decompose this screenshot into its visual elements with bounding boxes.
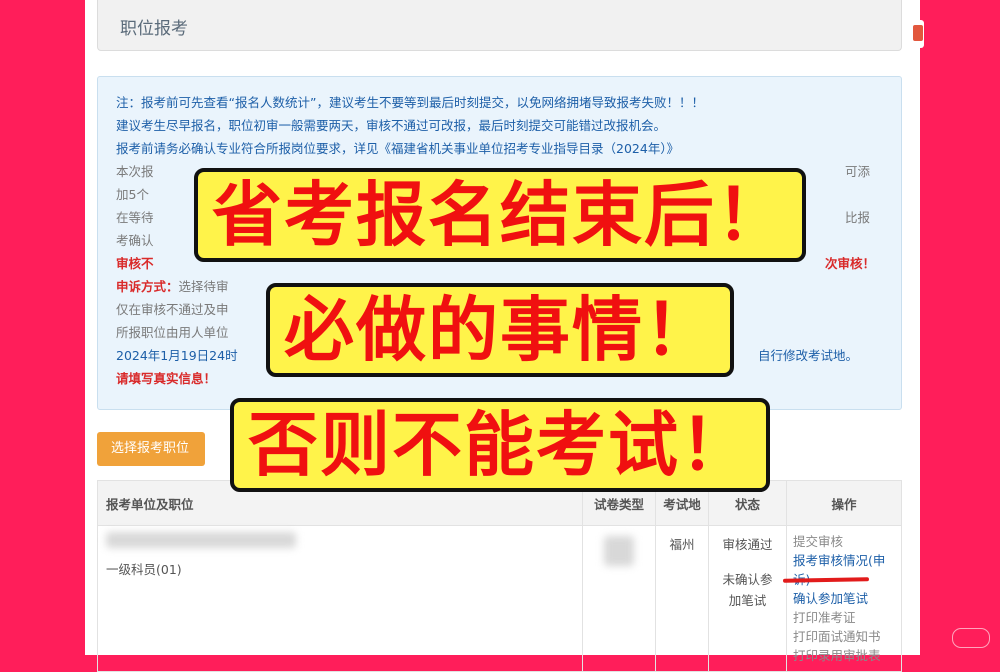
watermark-badge xyxy=(952,628,990,648)
cell-actions: 提交审核 报考审核情况(申诉) 确认参加笔试 打印准考证 打印面试通知书 打印录… xyxy=(786,525,902,672)
status-review: 审核通过 xyxy=(722,537,773,552)
print-admission-link[interactable]: 打印准考证 xyxy=(793,608,895,627)
notice-line-3: 报考前请务必确认专业符合所报岗位要求，详见《福建省机关事业单位招考专业指导目录（… xyxy=(116,141,680,156)
print-approval-link[interactable]: 打印录用审批表 xyxy=(793,646,895,665)
notice-line-2: 建议考生尽早报名，职位初审一般需要两天，审核不通过可改报，最后时刻提交可能错过改… xyxy=(116,118,667,133)
redacted-unit-name xyxy=(106,532,296,548)
confirm-exam-link[interactable]: 确认参加笔试 xyxy=(793,589,895,608)
status-unconfirmed-1: 未确认参 xyxy=(722,572,773,587)
overlay-text-1: 省考报名结束后！ xyxy=(194,168,806,262)
overlay-text-3: 否则不能考试！ xyxy=(230,398,770,492)
page-header: 职位报考 xyxy=(97,0,902,51)
logo-icon xyxy=(912,20,924,48)
overlay-text-2: 必做的事情！ xyxy=(266,283,734,377)
notice-line-1: 注：报考前可先查看“报名人数统计”，建议考生不要等到最后时刻提交，以免网络拥堵导… xyxy=(116,95,704,110)
application-table: 报考单位及职位 试卷类型 考试地 状态 操作 一级科员(01) 福州 审核通过 xyxy=(97,480,902,672)
review-status-link[interactable]: 报考审核情况(申诉) xyxy=(793,551,895,589)
cell-location: 福州 xyxy=(655,525,709,672)
redacted-paper-type xyxy=(604,536,634,566)
submit-review-link[interactable]: 提交审核 xyxy=(793,532,895,551)
overlay-caption-1: 省考报名结束后！ xyxy=(0,168,1000,262)
position-name: 一级科员(01) xyxy=(106,562,182,577)
overlay-caption-2: 必做的事情！ xyxy=(0,283,1000,377)
status-unconfirmed-2: 加笔试 xyxy=(728,593,767,608)
table-row: 一级科员(01) 福州 审核通过 未确认参 加笔试 提交审核 报考审核情况(申诉… xyxy=(97,525,902,672)
cell-paper xyxy=(582,525,656,672)
cell-status: 审核通过 未确认参 加笔试 xyxy=(708,525,787,672)
page-title: 职位报考 xyxy=(120,19,188,39)
cell-unit: 一级科员(01) xyxy=(97,525,583,672)
print-interview-link[interactable]: 打印面试通知书 xyxy=(793,627,895,646)
overlay-caption-3: 否则不能考试！ xyxy=(0,398,1000,492)
